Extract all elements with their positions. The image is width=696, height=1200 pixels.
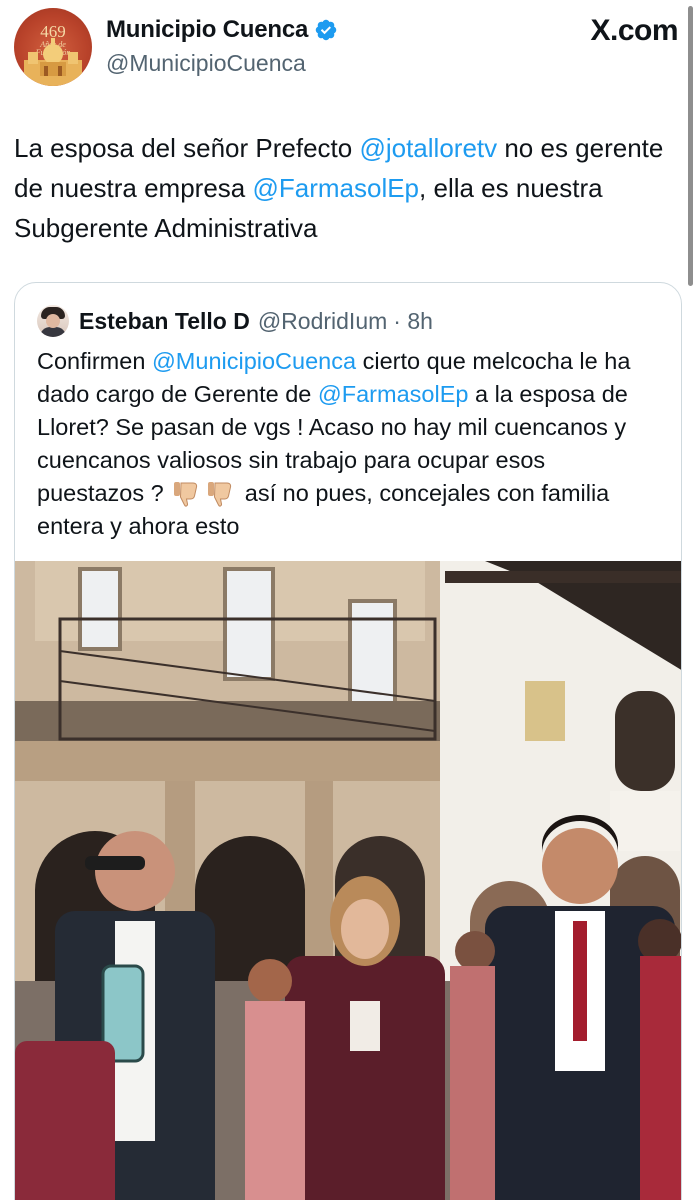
x-brand: X.com	[590, 14, 678, 48]
author-display-name[interactable]: Municipio Cuenca	[106, 16, 308, 44]
verified-badge-icon	[315, 19, 337, 41]
cathedral-icon	[24, 38, 82, 86]
mention-link[interactable]: @FarmasolEp	[252, 173, 419, 203]
quoted-post-time: · 8h	[393, 307, 433, 334]
x-logo-text: X.com	[590, 14, 678, 47]
quoted-post-photo[interactable]	[15, 561, 681, 1200]
quoted-post-header: Esteban Tello D @RodridIum · 8h	[37, 305, 433, 337]
photo-illustration	[15, 561, 681, 1200]
thumbs-down-icon	[208, 482, 232, 507]
mention-link[interactable]: @MunicipioCuenca	[152, 348, 356, 374]
post-text: La esposa del señor Prefecto @jotalloret…	[14, 133, 664, 243]
quoted-author-handle[interactable]: @RodridIum	[258, 308, 387, 335]
post-header: 469 Años de Fundación Municipio Cuenca @…	[14, 8, 682, 86]
scrollbar[interactable]	[688, 6, 693, 286]
quoted-post[interactable]: Esteban Tello D @RodridIum · 8h Confirme…	[14, 282, 682, 1200]
author-handle[interactable]: @MunicipioCuenca	[106, 50, 306, 77]
quoted-author-avatar[interactable]	[37, 305, 69, 337]
quoted-post-text: Confirmen @MunicipioCuenca cierto que me…	[37, 348, 631, 539]
mention-link[interactable]: @jotalloretv	[359, 133, 497, 163]
mention-link[interactable]: @FarmasolEp	[318, 381, 469, 407]
quoted-author-name[interactable]: Esteban Tello D	[79, 308, 250, 335]
thumbs-down-icon	[174, 482, 198, 507]
author-avatar[interactable]: 469 Años de Fundación	[14, 8, 92, 86]
